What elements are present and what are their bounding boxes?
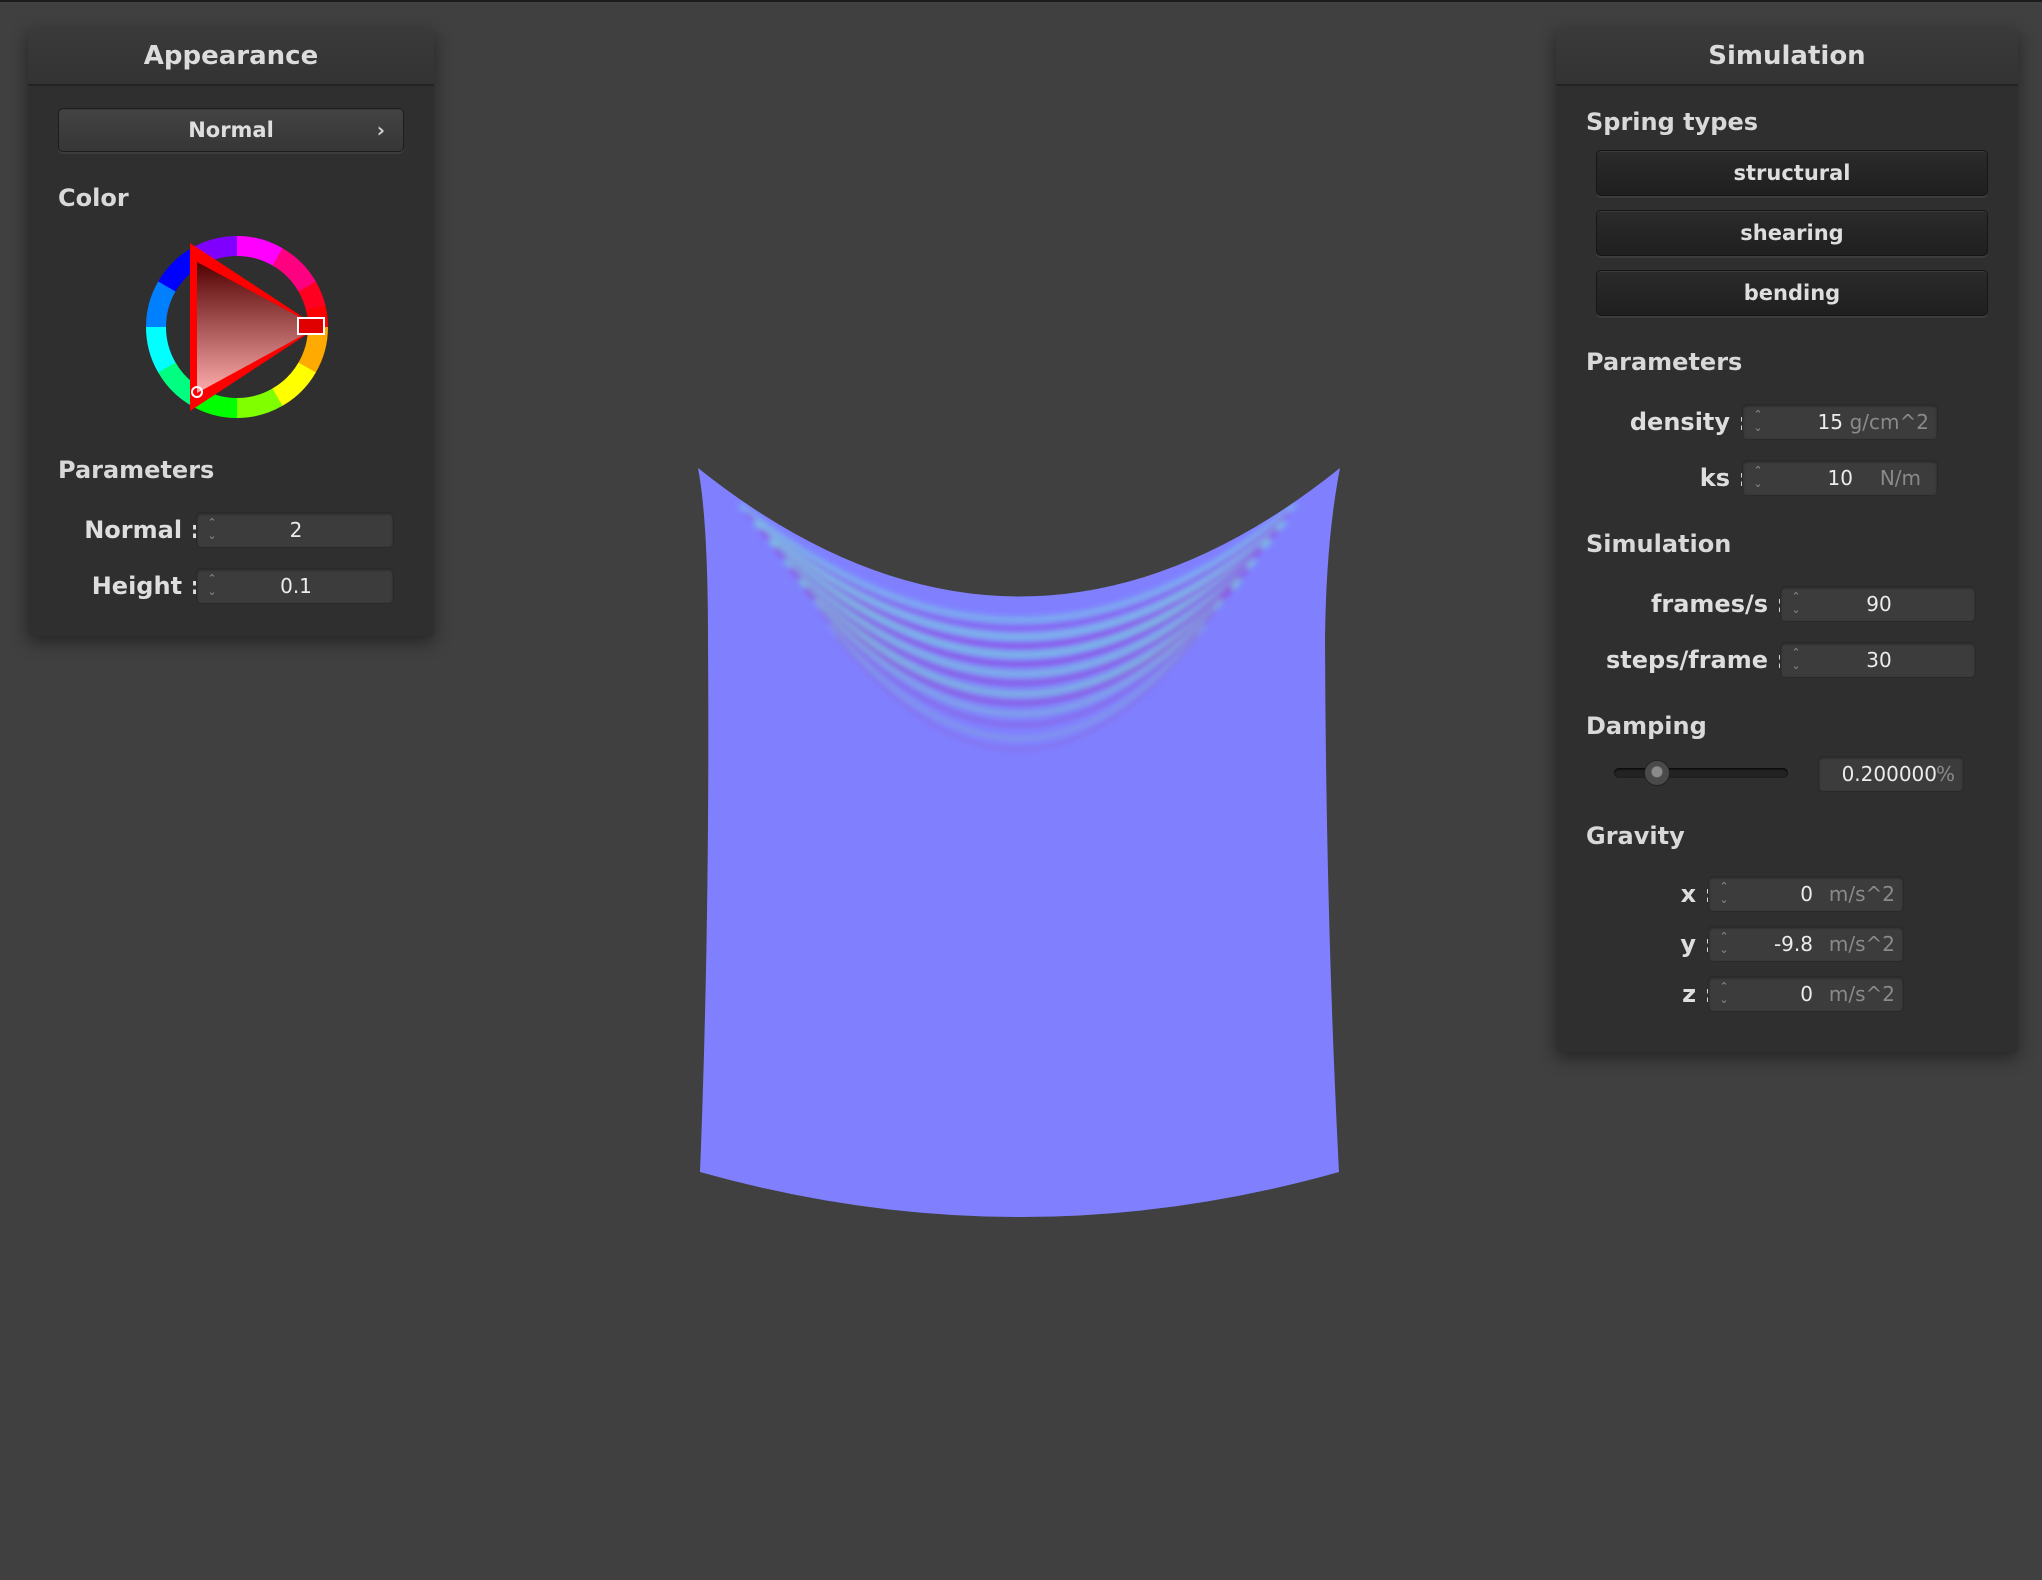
spring-types-label: Spring types bbox=[1586, 108, 1759, 136]
fps-value: 90 bbox=[1866, 592, 1892, 616]
gravity-y-label: y : bbox=[1680, 930, 1714, 958]
gravity-x-input[interactable]: ⌃ ⌄ 0 m/s^2 bbox=[1708, 876, 1904, 912]
damping-unit: % bbox=[1935, 762, 1955, 786]
damping-value: 0.200000 bbox=[1841, 762, 1937, 786]
cloth-mesh[interactable] bbox=[698, 468, 1340, 1217]
density-unit: g/cm^2 bbox=[1849, 410, 1929, 434]
gravity-z-label: z : bbox=[1682, 980, 1714, 1008]
stepper-arrows-icon[interactable]: ⌃ ⌄ bbox=[1717, 980, 1731, 1008]
density-input[interactable]: ⌃ ⌄ 15 g/cm^2 bbox=[1742, 404, 1938, 440]
ks-unit: N/m bbox=[1879, 466, 1921, 490]
ks-value: 10 bbox=[1827, 466, 1853, 490]
hue-selector-marker[interactable] bbox=[297, 317, 325, 335]
gravity-y-input[interactable]: ⌃ ⌄ -9.8 m/s^2 bbox=[1708, 926, 1904, 962]
simulation-parameters-label: Parameters bbox=[1586, 348, 1743, 376]
ks-input[interactable]: ⌃ ⌄ 10 N/m bbox=[1742, 460, 1938, 496]
structural-spring-button[interactable]: structural bbox=[1596, 150, 1988, 196]
color-wheel[interactable] bbox=[142, 232, 332, 422]
simulation-panel: Simulation Spring types structural shear… bbox=[1556, 28, 2018, 1052]
appearance-panel-title[interactable]: Appearance bbox=[28, 28, 434, 86]
steps-per-frame-input[interactable]: ⌃ ⌄ 30 bbox=[1780, 642, 1976, 678]
gravity-x-label: x : bbox=[1680, 880, 1714, 908]
shader-select[interactable]: Normal › bbox=[58, 108, 404, 152]
steps-per-frame-value: 30 bbox=[1866, 648, 1892, 672]
gravity-label: Gravity bbox=[1586, 822, 1685, 850]
gravity-z-value: 0 bbox=[1800, 982, 1813, 1006]
appearance-panel: Appearance Normal › Color Parameters Nor… bbox=[28, 28, 434, 636]
gravity-y-unit: m/s^2 bbox=[1828, 932, 1895, 956]
simulation-section-label: Simulation bbox=[1586, 530, 1732, 558]
density-value: 15 bbox=[1817, 410, 1843, 434]
damping-input[interactable]: 0.200000 % bbox=[1818, 756, 1964, 792]
gravity-z-unit: m/s^2 bbox=[1828, 982, 1895, 1006]
height-label: Height : bbox=[91, 572, 200, 600]
normal-label: Normal : bbox=[84, 516, 200, 544]
chevron-right-icon: › bbox=[376, 118, 385, 142]
gravity-z-input[interactable]: ⌃ ⌄ 0 m/s^2 bbox=[1708, 976, 1904, 1012]
height-input[interactable]: ⌃ ⌄ 0.1 bbox=[196, 568, 394, 604]
damping-slider[interactable] bbox=[1614, 760, 1788, 786]
ks-label: ks : bbox=[1699, 464, 1748, 492]
stepper-arrows-icon[interactable]: ⌃ ⌄ bbox=[1751, 464, 1765, 492]
bending-spring-button[interactable]: bending bbox=[1596, 270, 1988, 316]
shearing-spring-button[interactable]: shearing bbox=[1596, 210, 1988, 256]
damping-slider-knob[interactable] bbox=[1644, 760, 1670, 786]
gravity-x-value: 0 bbox=[1800, 882, 1813, 906]
normal-value: 2 bbox=[289, 518, 303, 542]
density-label: density : bbox=[1629, 408, 1748, 436]
stepper-arrows-icon[interactable]: ⌃ ⌄ bbox=[1717, 880, 1731, 908]
steps-per-frame-label: steps/frame : bbox=[1606, 646, 1786, 674]
gravity-x-unit: m/s^2 bbox=[1828, 882, 1895, 906]
fps-input[interactable]: ⌃ ⌄ 90 bbox=[1780, 586, 1976, 622]
stepper-arrows-icon[interactable]: ⌃ ⌄ bbox=[1717, 930, 1731, 958]
damping-label: Damping bbox=[1586, 712, 1707, 740]
gravity-y-value: -9.8 bbox=[1773, 932, 1813, 956]
fps-label: frames/s : bbox=[1650, 590, 1786, 618]
normal-input[interactable]: ⌃ ⌄ 2 bbox=[196, 512, 394, 548]
height-value: 0.1 bbox=[280, 574, 312, 598]
shader-select-label: Normal bbox=[188, 118, 274, 142]
color-section-label: Color bbox=[58, 184, 129, 212]
simulation-panel-title[interactable]: Simulation bbox=[1556, 28, 2018, 86]
stepper-arrows-icon[interactable]: ⌃ ⌄ bbox=[1751, 408, 1765, 436]
appearance-parameters-label: Parameters bbox=[58, 456, 215, 484]
